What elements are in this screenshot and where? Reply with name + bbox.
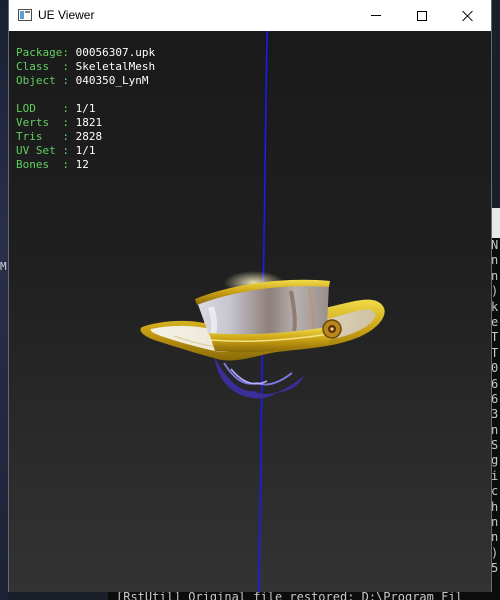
console-char: 3: [491, 407, 499, 422]
window-title: UE Viewer: [38, 8, 95, 22]
console-char: h: [491, 499, 499, 514]
console-char: c: [491, 484, 499, 499]
info-class: Class : SkeletalMesh: [16, 60, 155, 74]
info-package: Package: 00056307.upk: [16, 46, 155, 60]
console-char: 0: [491, 361, 499, 376]
info-value: 12: [75, 158, 89, 171]
3d-viewport[interactable]: Package: 00056307.upk Class : SkeletalMe…: [9, 31, 491, 592]
info-value: 1/1: [75, 102, 96, 115]
maximize-icon: [417, 10, 427, 21]
console-char: n: [491, 253, 499, 268]
console-char: 6: [491, 376, 499, 391]
info-lod: LOD : 1/1: [16, 102, 155, 116]
console-char: e: [491, 314, 499, 329]
info-uvset: UV Set : 1/1: [16, 144, 155, 158]
title-bar[interactable]: UE Viewer: [9, 0, 491, 31]
info-label: Bones :: [16, 158, 69, 171]
console-char: N: [491, 238, 499, 252]
minimize-icon: [371, 15, 381, 16]
console-char: k: [491, 299, 499, 314]
console-char: n: [491, 515, 499, 530]
console-char: S: [491, 438, 499, 453]
info-value: 2828: [75, 130, 103, 143]
close-button[interactable]: [445, 0, 491, 31]
mesh-info-overlay: Package: 00056307.upk Class : SkeletalMe…: [16, 46, 155, 172]
console-char: 6: [491, 391, 499, 406]
maximize-button[interactable]: [399, 0, 445, 31]
info-label: LOD :: [16, 102, 69, 115]
hat-brooch: [322, 319, 342, 339]
hat-underside-hair: [214, 356, 304, 399]
console-char: n: [491, 268, 499, 283]
desktop-background: [0, 0, 8, 600]
minimize-button[interactable]: [353, 0, 399, 31]
info-object: Object : 040350_LynM: [16, 74, 155, 88]
console-char: 5: [491, 561, 499, 576]
info-bones: Bones : 12: [16, 158, 155, 172]
info-tris: Tris : 2828: [16, 130, 155, 144]
ue-viewer-window: UE Viewer Package: 00056307.upk Class: …: [8, 0, 492, 592]
background-console-text: N n n ) k e T T 0 6 6 3 n S g i c h n n …: [491, 238, 500, 577]
console-char: i: [491, 468, 499, 483]
console-char: T: [491, 345, 499, 360]
info-label: Class :: [16, 60, 69, 73]
info-label: Verts :: [16, 116, 69, 129]
console-char: ): [491, 545, 499, 560]
console-char: ): [491, 284, 499, 299]
info-label: Tris :: [16, 130, 69, 143]
info-value: 1821: [75, 116, 103, 129]
info-label: Object :: [16, 74, 69, 87]
info-verts: Verts : 1821: [16, 116, 155, 130]
app-window-icon[interactable]: [18, 9, 32, 21]
info-value: 00056307.upk: [75, 46, 156, 59]
info-value: 1/1: [75, 144, 96, 157]
console-char: T: [491, 330, 499, 345]
background-text-fragment: M: [0, 260, 7, 273]
info-label: UV Set :: [16, 144, 69, 157]
close-icon: [462, 10, 474, 22]
info-label: Package:: [16, 46, 69, 59]
console-char: n: [491, 530, 499, 545]
info-value: 040350_LynM: [75, 74, 149, 87]
info-value: SkeletalMesh: [75, 60, 156, 73]
console-char: n: [491, 422, 499, 437]
console-char: g: [491, 453, 499, 468]
